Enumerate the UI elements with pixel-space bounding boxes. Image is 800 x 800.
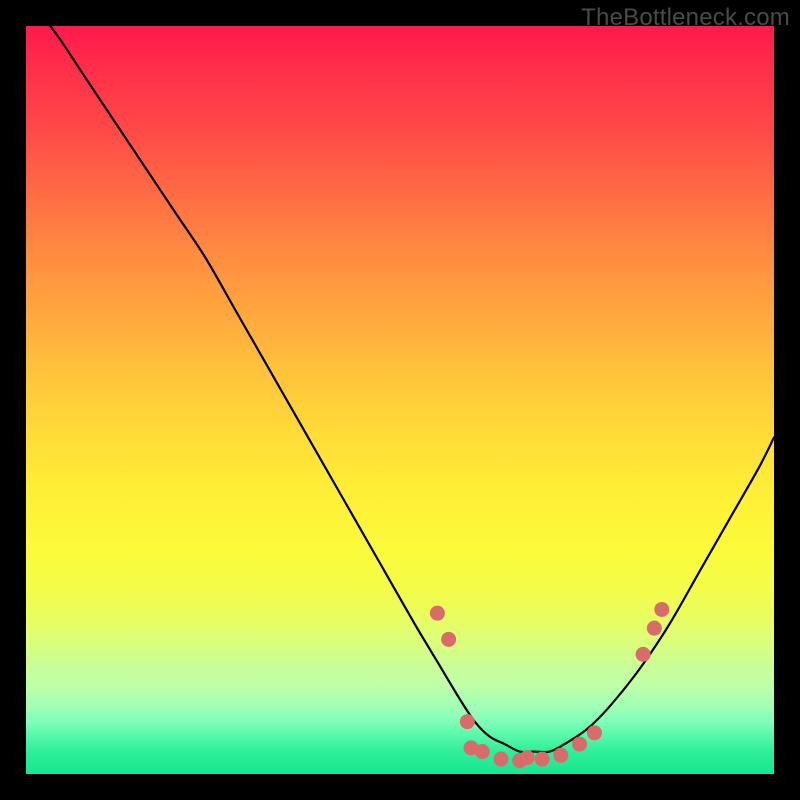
plot-area [26,26,774,774]
highlight-point [572,737,587,752]
highlight-point [654,602,669,617]
highlight-point [647,621,662,636]
highlight-point [441,632,456,647]
highlight-point [460,714,475,729]
curve-overlay [26,26,774,774]
watermark-text: TheBottleneck.com [581,4,790,32]
highlight-point [430,606,445,621]
highlight-point [636,647,651,662]
chart-frame: TheBottleneck.com [0,0,800,800]
highlight-point [475,744,490,759]
highlight-points [430,602,669,768]
bottleneck-curve [26,26,774,752]
highlight-point [493,752,508,767]
highlight-point [553,748,568,763]
highlight-point [520,750,535,765]
highlight-point [587,725,602,740]
highlight-point [535,752,550,767]
